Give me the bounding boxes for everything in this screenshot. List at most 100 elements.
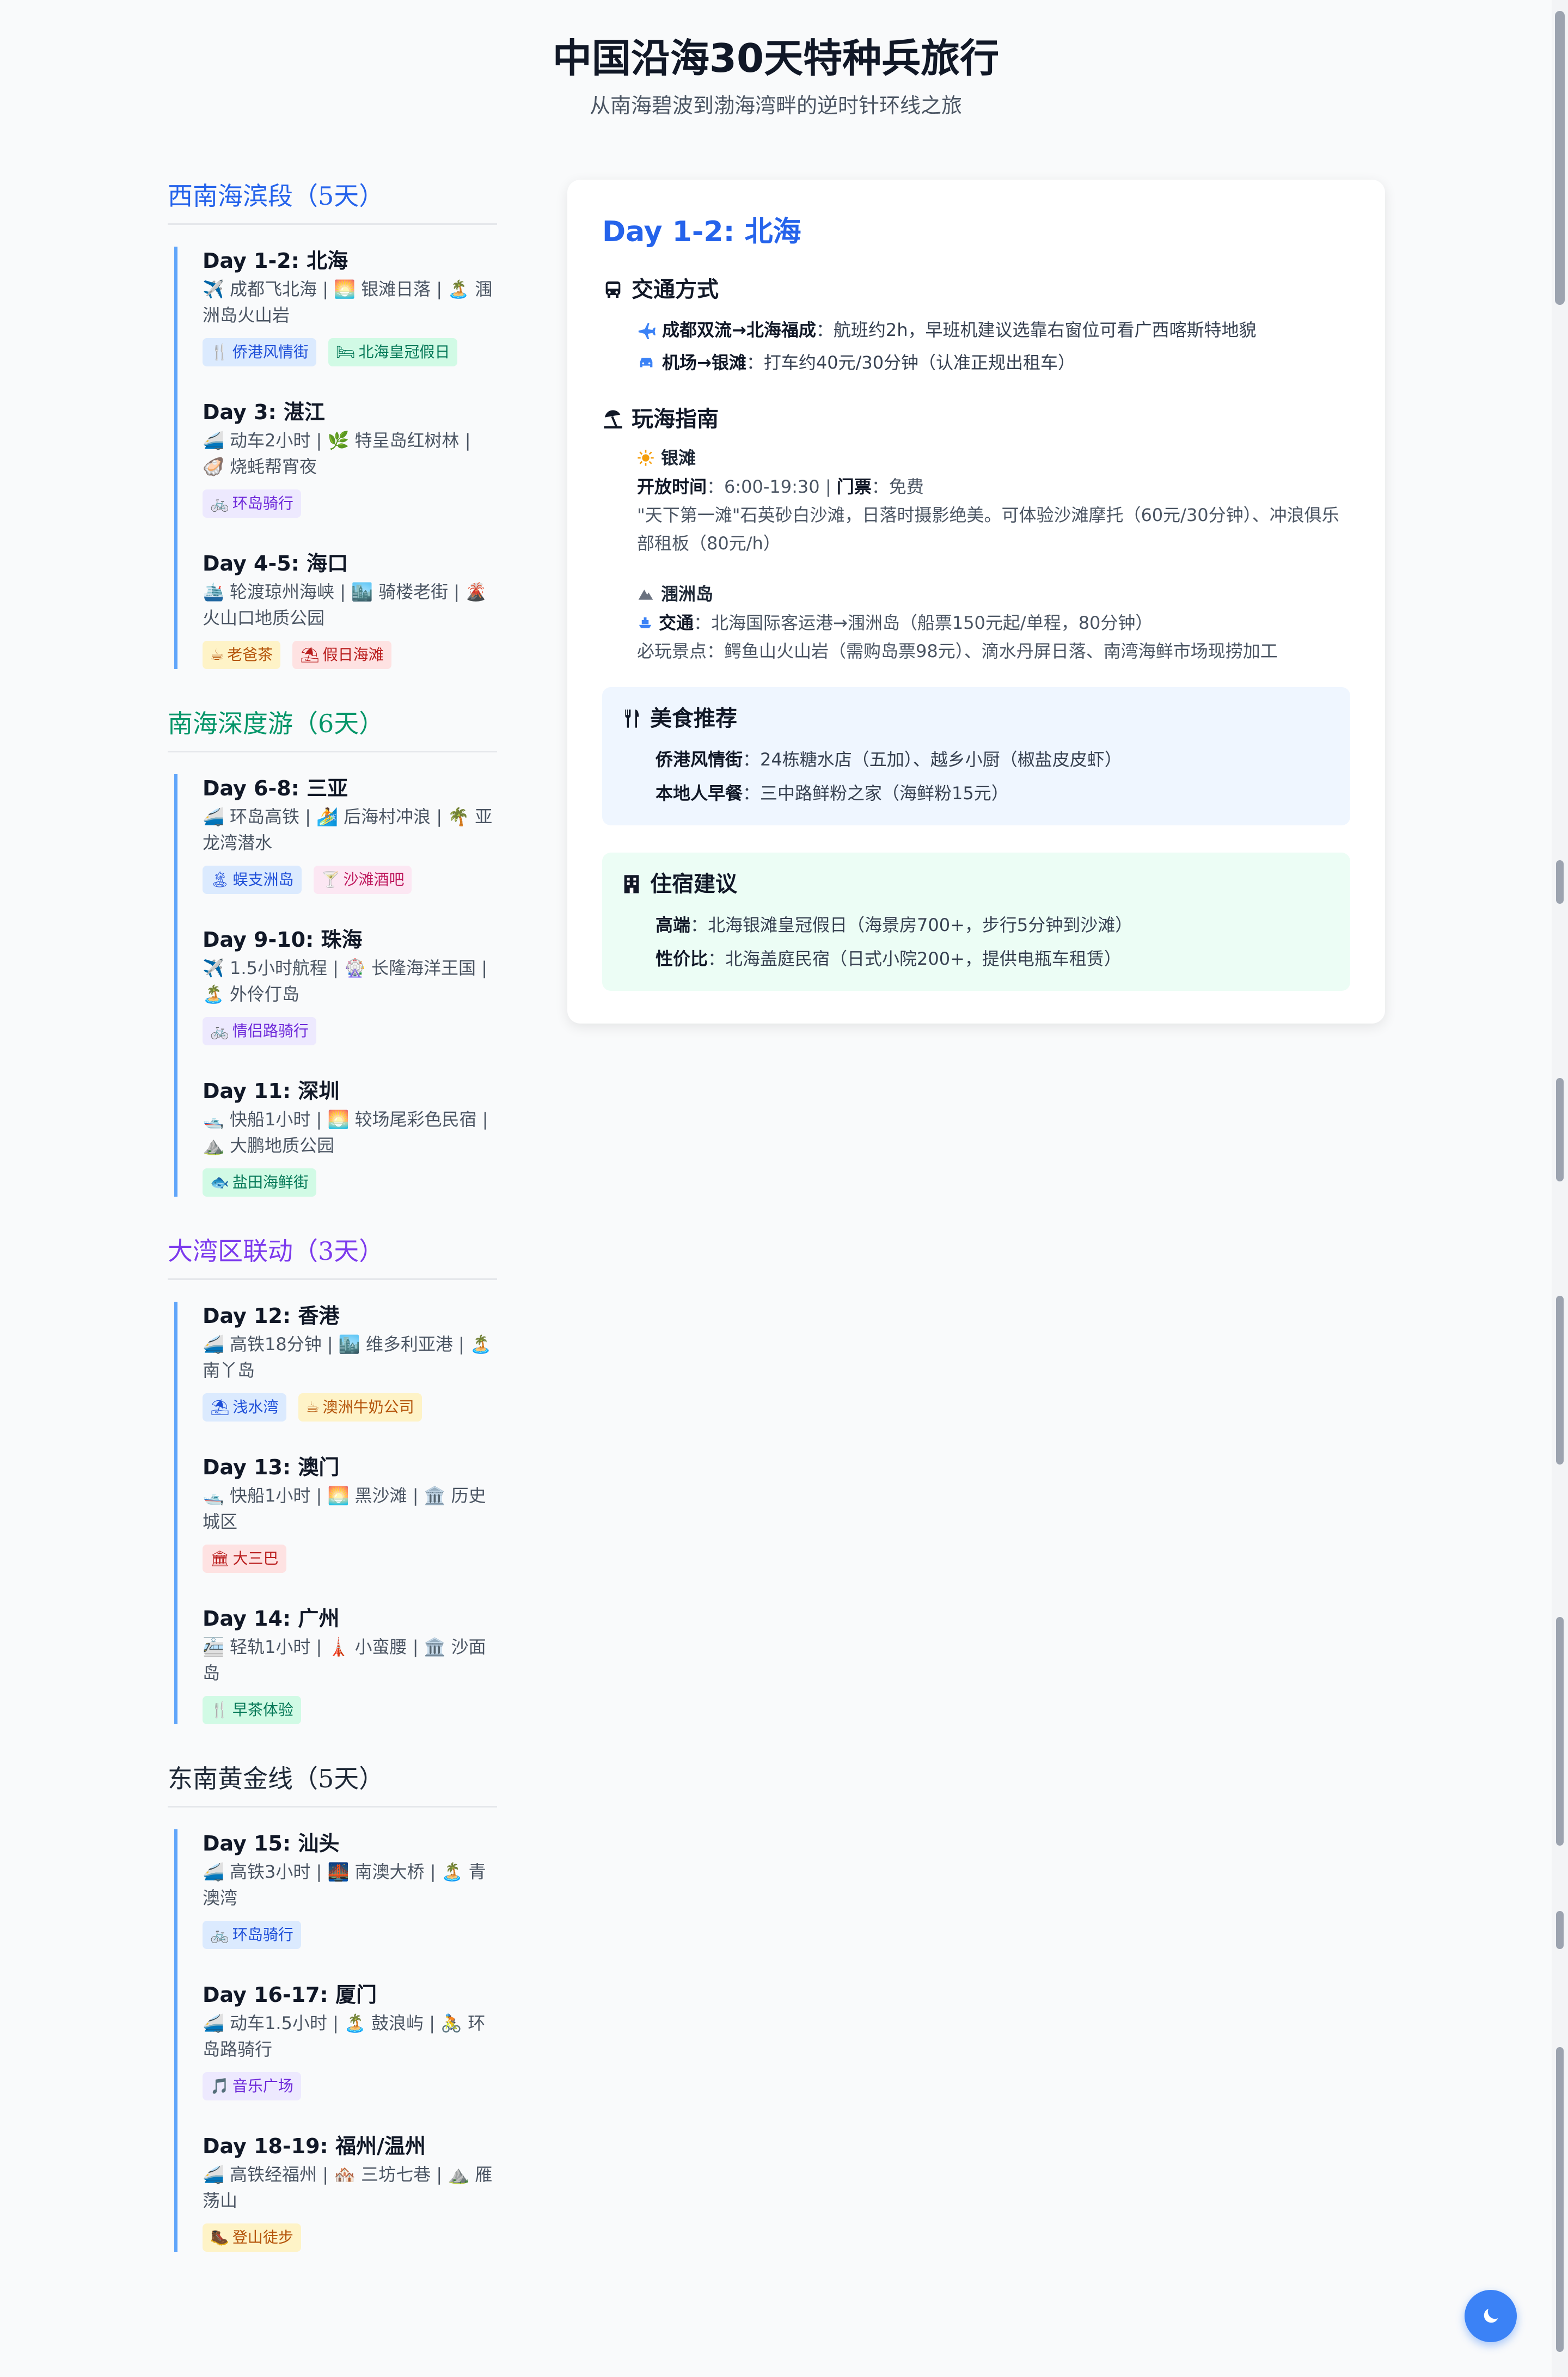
tag[interactable]: 🚲 环岛骑行 (203, 1921, 301, 1949)
tag[interactable]: 🐟 盐田海鲜街 (203, 1168, 316, 1197)
plane-icon (637, 321, 656, 339)
day-title: Day 15: 汕头 (203, 1831, 340, 1855)
stay-heading: 住宿建议 (621, 868, 1332, 900)
day-detail-card: Day 1-2: 北海 交通方式 成都双流→北海福成：航班约2h，早班机建议选靠… (567, 180, 1385, 1024)
tag[interactable]: 🚲 情侣路骑行 (203, 1017, 316, 1045)
stay-item: 高端：北海银滩皇冠假日（海景房700+，步行5分钟到沙滩） (656, 915, 1133, 935)
tag-icon: 🍴 (210, 343, 229, 361)
umbrella-beach-icon (602, 408, 624, 430)
day-timeline: Day 12: 香港 🚄 高铁18分钟 | 🏙️ 维多利亚港 | 🏝️ 南丫岛 ⛱ 浅… (174, 1302, 497, 1724)
scrollbar-thumb[interactable] (1555, 11, 1565, 305)
spot-weizhou: 涠洲岛 交通：北海国际客运港→涠洲岛（船票150元起/单程，80分钟） 必玩景点… (602, 579, 1350, 665)
tag[interactable]: 🍸 沙滩酒吧 (313, 866, 412, 894)
day-title: Day 13: 澳门 (203, 1455, 340, 1479)
spot-yintan: 银滩 开放时间：6:00-19:30 | 门票：免费 "天下第一滩"石英砂白沙滩… (602, 443, 1350, 558)
day-title: Day 11: 深圳 (203, 1079, 340, 1103)
car-icon (637, 353, 656, 372)
tag-label: 蜈支洲岛 (232, 871, 294, 889)
tag[interactable]: 🚲 环岛骑行 (203, 489, 301, 518)
day-title: Day 16-17: 厦门 (203, 1983, 377, 2007)
tag-list: 🏝 蜈支洲岛 🍸 沙滩酒吧 (203, 866, 497, 894)
transport-item-text: ：航班约2h，早班机建议选靠右窗位可看广西喀斯特地貌 (816, 320, 1257, 340)
tag-label: 环岛骑行 (232, 494, 293, 512)
day-item[interactable]: Day 18-19: 福州/温州 🚄 高铁经福州 | 🏘️ 三坊七巷 | ⛰️ 雁… (177, 2132, 497, 2252)
section-title: 大湾区联动（3天） (168, 1229, 497, 1280)
moon-icon (1480, 2305, 1502, 2327)
day-description: 🛥️ 快船1小时 | 🌅 较场尾彩色民宿 | ⛰️ 大鹏地质公园 (203, 1109, 488, 1156)
day-description: 🚄 高铁18分钟 | 🏙️ 维多利亚港 | 🏝️ 南丫岛 (203, 1334, 492, 1381)
theme-toggle-button[interactable] (1465, 2290, 1517, 2342)
tag-list: 🥾 登山徒步 (203, 2223, 497, 2252)
tag[interactable]: 🍴 侨港风情街 (203, 338, 316, 366)
tag-label: 大三巴 (232, 1549, 279, 1567)
day-title: Day 9-10: 珠海 (203, 928, 363, 952)
day-item[interactable]: Day 6-8: 三亚 🚄 环岛高铁 | 🏄 后海村冲浪 | 🌴 亚龙湾潜水 🏝 蜈支… (177, 774, 497, 894)
day-item[interactable]: Day 3: 湛江 🚄 动车2小时 | 🌿 特呈岛红树林 | 🦪 烧蚝帮宵夜 🚲 环岛… (177, 398, 497, 518)
itinerary-sidebar: 西南海滨段（5天） Day 1-2: 北海 ✈️ 成都飞北海 | 🌅 银滩日落 | … (168, 174, 497, 2284)
tag[interactable]: 🎵 音乐广场 (203, 2072, 301, 2100)
tag-label: 早茶体验 (232, 1701, 293, 1719)
tag-label: 沙滩酒吧 (343, 871, 405, 889)
day-description: 🚄 高铁3小时 | 🌉 南澳大桥 | 🏝️ 青澳湾 (203, 1861, 486, 1908)
day-title: Day 6-8: 三亚 (203, 776, 348, 800)
tag-list: 🏛 大三巴 (203, 1545, 497, 1573)
page-title: 中国沿海30天特种兵旅行 (552, 35, 1000, 81)
day-description: 🚄 动车2小时 | 🌿 特呈岛红树林 | 🦪 烧蚝帮宵夜 (203, 430, 471, 477)
tag-icon: 🐟 (210, 1173, 229, 1191)
header: 中国沿海30天特种兵旅行 从南海碧波到渤海湾畔的逆时针环线之旅 (0, 28, 1552, 121)
transport-heading-text: 交通方式 (632, 277, 719, 302)
itinerary-section: 东南黄金线（5天） Day 15: 汕头 🚄 高铁3小时 | 🌉 南澳大桥 | 🏝️… (168, 1757, 497, 2252)
tag[interactable]: ⛱ 浅水湾 (203, 1393, 286, 1422)
detail-title: Day 1-2: 北海 (602, 216, 801, 248)
day-title: Day 1-2: 北海 (203, 249, 348, 273)
tag-icon: 🚲 (210, 1022, 229, 1040)
food-item: 本地人早餐：三中路鲜粉之家（海鲜粉15元） (656, 783, 1009, 804)
mountain-icon (637, 585, 654, 603)
tag-icon: ⛱ (300, 646, 320, 664)
tag-label: 老爸茶 (227, 646, 273, 664)
spot-description: "天下第一滩"石英砂白沙滩，日落时摄影绝美。可体验沙滩摩托（60元/30分钟）、… (637, 505, 1339, 554)
spot-must-see: 必玩景点：鳄鱼山火山岩（需购岛票98元）、滴水丹屏日落、南湾海鲜市场现捞加工 (637, 641, 1278, 661)
food-heading: 美食推荐 (621, 702, 1332, 735)
tag[interactable]: ☕ 老爸茶 (203, 641, 281, 669)
section-title: 西南海滨段（5天） (168, 174, 497, 225)
tag[interactable]: ☕ 澳洲牛奶公司 (298, 1393, 422, 1422)
transport-item-label: 成都双流→北海福成 (662, 320, 816, 340)
tag[interactable]: 🏛 大三巴 (203, 1545, 286, 1573)
tag-label: 浅水湾 (232, 1398, 279, 1416)
tag-list: ⛱ 浅水湾 ☕ 澳洲牛奶公司 (203, 1393, 497, 1422)
scroll-marker (1556, 2047, 1564, 2352)
day-item[interactable]: Day 9-10: 珠海 ✈️ 1.5小时航程 | 🎡 长隆海洋王国 | 🏝️ 外… (177, 926, 497, 1045)
tag-list: 🍴 早茶体验 (203, 1696, 497, 1724)
day-item[interactable]: Day 12: 香港 🚄 高铁18分钟 | 🏙️ 维多利亚港 | 🏝️ 南丫岛 ⛱ 浅… (177, 1302, 497, 1422)
food-heading-text: 美食推荐 (650, 706, 737, 731)
day-item[interactable]: Day 14: 广州 🚈 轻轨1小时 | 🗼 小蛮腰 | 🏛️ 沙面岛 🍴 早茶体验 (177, 1604, 497, 1724)
day-item[interactable]: Day 13: 澳门 🛥️ 快船1小时 | 🌅 黑沙滩 | 🏛️ 历史城区 🏛 大三巴 (177, 1453, 497, 1573)
tag[interactable]: 🍴 早茶体验 (203, 1696, 301, 1724)
tag-label: 假日海滩 (322, 646, 384, 664)
day-description: 🚄 环岛高铁 | 🏄 后海村冲浪 | 🌴 亚龙湾潜水 (203, 806, 493, 853)
day-item[interactable]: Day 16-17: 厦门 🚄 动车1.5小时 | 🏝️ 鼓浪屿 | 🚴 环岛路骑… (177, 1981, 497, 2100)
scroll-marker (1556, 860, 1564, 904)
tag[interactable]: ⛱ 假日海滩 (292, 641, 391, 669)
day-item[interactable]: Day 15: 汕头 🚄 高铁3小时 | 🌉 南澳大桥 | 🏝️ 青澳湾 🚲 环岛骑行 (177, 1829, 497, 1949)
scroll-marker (1556, 1296, 1564, 1465)
bus-icon (602, 279, 624, 301)
day-description: ✈️ 成都飞北海 | 🌅 银滩日落 | 🏝️ 涠洲岛火山岩 (203, 279, 493, 326)
day-item[interactable]: Day 4-5: 海口 🛳️ 轮渡琼州海峡 | 🏙️ 骑楼老街 | 🌋 火山口地质… (177, 549, 497, 669)
guide-heading: 玩海指南 (602, 403, 1350, 436)
scroll-marker (1556, 1078, 1564, 1181)
tag-icon: 🍴 (210, 1701, 229, 1719)
tag[interactable]: 🥾 登山徒步 (203, 2223, 301, 2252)
tag[interactable]: 🏝 蜈支洲岛 (203, 866, 302, 894)
tag-icon: 🚲 (210, 494, 229, 512)
itinerary-section: 南海深度游（6天） Day 6-8: 三亚 🚄 环岛高铁 | 🏄 后海村冲浪 | 🌴… (168, 702, 497, 1197)
day-item[interactable]: Day 1-2: 北海 ✈️ 成都飞北海 | 🌅 银滩日落 | 🏝️ 涠洲岛火山岩… (177, 247, 497, 366)
tag-label: 澳洲牛奶公司 (322, 1398, 414, 1416)
tag-label: 登山徒步 (232, 2228, 293, 2246)
day-item[interactable]: Day 11: 深圳 🛥️ 快船1小时 | 🌅 较场尾彩色民宿 | ⛰️ 大鹏地质… (177, 1077, 497, 1197)
day-description: 🛥️ 快船1小时 | 🌅 黑沙滩 | 🏛️ 历史城区 (203, 1485, 486, 1532)
day-description: 🛳️ 轮渡琼州海峡 | 🏙️ 骑楼老街 | 🌋 火山口地质公园 (203, 581, 487, 628)
scrollbar[interactable] (1552, 0, 1568, 2377)
tag[interactable]: 🛏 北海皇冠假日 (328, 338, 458, 366)
